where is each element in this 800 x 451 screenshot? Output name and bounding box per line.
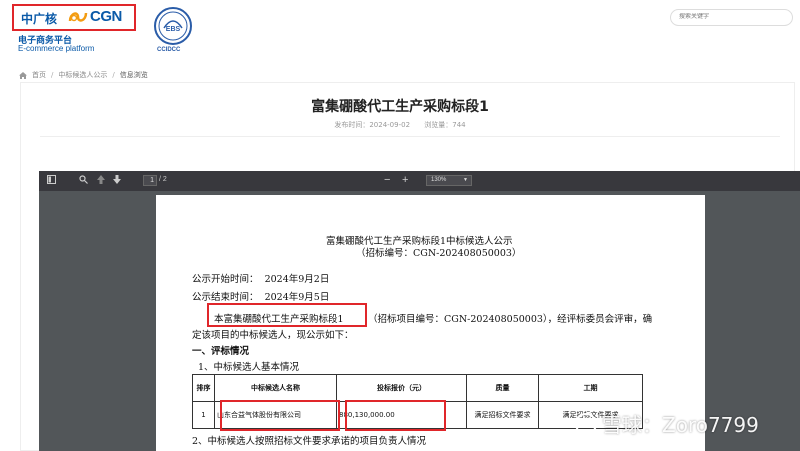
search-box[interactable] — [670, 9, 793, 26]
table-header: 投标报价（元） — [336, 374, 467, 402]
ebs-badge-icon: EBS — [154, 7, 192, 45]
search-input[interactable] — [679, 13, 779, 20]
start-date: 2024年9月2日 — [264, 274, 330, 285]
xueqiu-logo-icon — [575, 412, 597, 435]
article-meta: 发布时间：2024-09-02 浏览量：744 — [0, 120, 800, 130]
intro-line2: 定该项目的中标候选人，现公示如下： — [192, 330, 354, 341]
highlight-box-company — [220, 400, 340, 431]
publish-info: 发布时间：2024-09-02 — [334, 121, 410, 129]
page-title: 富集硼酸代工生产采购标段1 — [311, 99, 489, 115]
start-label: 公示开始时间： — [192, 274, 259, 285]
breadcrumb-home[interactable]: 首页 — [32, 70, 46, 80]
home-icon — [19, 71, 27, 79]
table-cell: 满足招标文件要求 — [466, 401, 539, 429]
find-icon[interactable] — [79, 175, 88, 188]
page-number-input[interactable]: 1 — [143, 175, 157, 186]
publish-label: 发布时间： — [334, 121, 370, 129]
meta-divider — [40, 136, 780, 137]
chevron-down-icon: ▼ — [463, 177, 468, 183]
platform-name-en: E-commerce platform — [18, 44, 95, 53]
highlight-box-project — [207, 303, 367, 327]
watermark: 雪球：Zoro7799 — [574, 409, 759, 438]
cgn-logo[interactable]: 中广核 CGN — [12, 4, 136, 31]
breadcrumb-current: 信息浏览 — [119, 71, 148, 79]
doc-subheading: （招标编号：CGN-202408050003） — [356, 248, 522, 259]
views-info: 浏览量：744 — [424, 121, 465, 129]
ebs-badge-text: EBS — [166, 26, 181, 33]
zoom-select[interactable]: 130% ▼ — [426, 175, 472, 186]
intro-rest: （招标项目编号：CGN-202408050003），经评标委员会评审，确 — [368, 314, 653, 325]
logo-cn-text: 中广核 — [21, 12, 58, 26]
start-line: 公示开始时间： 2024年9月2日 — [192, 271, 329, 285]
subsection-heading-2: 2、中标候选人按照招标文件要求承诺的项目负责人情况 — [192, 436, 427, 447]
views-label: 浏览量： — [424, 121, 453, 129]
watermark-text: 雪球：Zoro7799 — [602, 413, 759, 437]
highlight-box-price — [345, 400, 446, 431]
cgn-mark-icon — [68, 12, 88, 22]
end-label: 公示结束时间： — [192, 292, 259, 303]
previous-page-icon[interactable] — [97, 175, 105, 188]
end-date: 2024年9月5日 — [264, 292, 330, 303]
ebs-name: CCIDCC — [157, 47, 181, 53]
table-header: 工期 — [538, 374, 643, 402]
zoom-value: 130% — [431, 177, 447, 183]
subsection-heading: 1、中标候选人基本情况 — [198, 362, 300, 373]
pdf-toolbar: 1 / 2 − + 130% ▼ — [39, 171, 800, 191]
zoom-in-button[interactable]: + — [402, 174, 408, 186]
table-cell: 1 — [192, 401, 215, 429]
table-header: 中标候选人名称 — [214, 374, 337, 402]
views-count: 744 — [452, 121, 466, 129]
table-header: 质量 — [466, 374, 539, 402]
publish-date: 2024-09-02 — [369, 121, 411, 129]
sidebar-toggle-icon[interactable] — [47, 175, 56, 188]
breadcrumb: 首页 / 中标候选人公示 / 信息浏览 — [19, 70, 148, 80]
end-line: 公示结束时间： 2024年9月5日 — [192, 289, 329, 303]
logo-en-text: CGN — [90, 8, 122, 25]
next-page-icon[interactable] — [113, 175, 121, 188]
table-header: 排序 — [192, 374, 215, 402]
table-header-row: 排序 中标候选人名称 投标报价（元） 质量 工期 — [192, 374, 643, 402]
breadcrumb-separator: / — [51, 71, 54, 79]
breadcrumb-section[interactable]: 中标候选人公示 — [58, 70, 107, 80]
page-total: / 2 — [159, 176, 167, 183]
section-heading: 一、评标情况 — [192, 346, 250, 357]
zoom-out-button[interactable]: − — [384, 174, 390, 186]
breadcrumb-separator: / — [112, 71, 115, 79]
site-header: 中广核 CGN 电子商务平台 E-commerce platform EBS C… — [0, 0, 800, 62]
